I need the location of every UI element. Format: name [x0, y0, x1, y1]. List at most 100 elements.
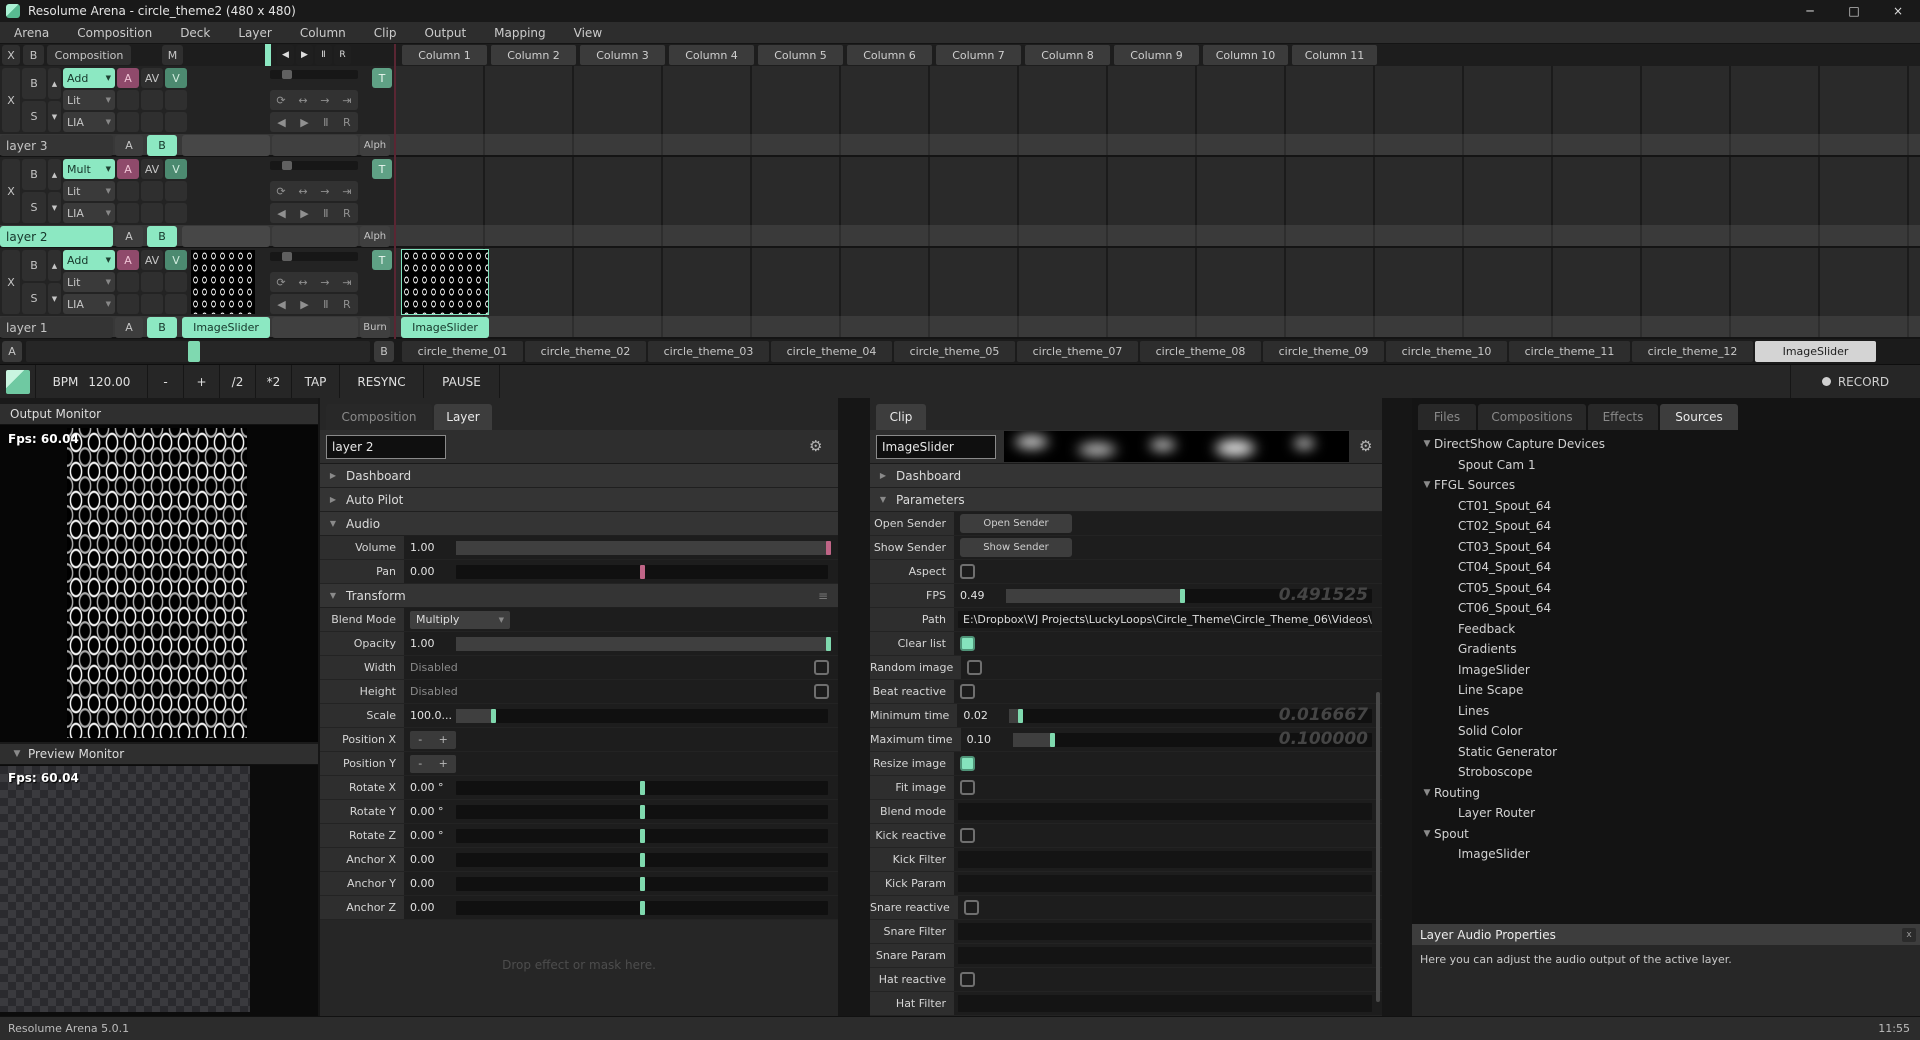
menu-item-mapping[interactable]: Mapping	[480, 26, 560, 40]
play-forward-icon[interactable]: ▶	[300, 207, 308, 220]
tree-item-solid-color[interactable]: Solid Color	[1412, 721, 1920, 742]
thumbnail-toggle-button[interactable]: T	[372, 68, 392, 88]
audio-video-button[interactable]: AV	[141, 250, 163, 270]
param-checkbox[interactable]	[960, 684, 975, 699]
gear-icon[interactable]: ⚙	[1359, 437, 1372, 455]
layer-bypass-button[interactable]: B	[22, 68, 46, 99]
crossfader-b-button[interactable]: B	[374, 341, 394, 362]
param-checkbox[interactable]	[960, 564, 975, 579]
param-value[interactable]: 0.49	[954, 584, 1002, 607]
slider-track[interactable]	[456, 709, 828, 723]
layer-x-button[interactable]: X	[2, 159, 20, 223]
play-backward-icon[interactable]: ◀	[277, 298, 285, 311]
tree-item-imageslider[interactable]: ImageSlider	[1412, 660, 1920, 681]
tree-item-lines[interactable]: Lines	[1412, 701, 1920, 722]
param-empty-field[interactable]	[958, 803, 1372, 820]
pause-icon[interactable]: Ⅱ	[323, 116, 328, 129]
slider-handle[interactable]	[826, 541, 831, 555]
param-value[interactable]: 1.00	[404, 536, 452, 559]
record-button[interactable]: RECORD	[1790, 365, 1920, 398]
menu-item-arena[interactable]: Arena	[0, 26, 63, 40]
section-audio[interactable]: ▼Audio	[320, 512, 838, 536]
param-checkbox[interactable]	[960, 828, 975, 843]
tree-item-spout-cam-1[interactable]: Spout Cam 1	[1412, 455, 1920, 476]
slider-handle[interactable]	[640, 829, 645, 843]
play-forward-icon[interactable]: →	[320, 94, 329, 107]
layer-active-clip-label[interactable]: ImageSlider	[182, 317, 270, 338]
tree-item-ct06-spout-64[interactable]: CT06_Spout_64	[1412, 598, 1920, 619]
tree-item-imageslider[interactable]: ImageSlider	[1412, 844, 1920, 865]
column-header-1[interactable]: Column 1	[402, 45, 487, 65]
close-icon[interactable]: x	[1902, 928, 1916, 942]
param-value[interactable]: 0.00 °	[404, 824, 452, 847]
transport-button-tap[interactable]: TAP	[292, 365, 340, 398]
tree-item-static-generator[interactable]: Static Generator	[1412, 742, 1920, 763]
param-dropdown[interactable]: Multiply▼	[410, 611, 510, 629]
pingpong-icon[interactable]: ↔	[298, 185, 307, 198]
output-monitor-header[interactable]: Output Monitor	[0, 404, 318, 425]
slider-handle[interactable]	[640, 877, 645, 891]
play-once-icon[interactable]: ⇥	[342, 185, 351, 198]
layer-down-icon[interactable]: ▼	[48, 283, 61, 314]
layer-name-input[interactable]	[326, 435, 446, 459]
deck-tab-circle-theme-12[interactable]: circle_theme_12	[1632, 341, 1753, 362]
layer-name-label[interactable]: layer 1	[0, 317, 113, 338]
param-button-open-sender[interactable]: Open Sender	[960, 514, 1072, 533]
slider-handle[interactable]	[640, 901, 645, 915]
blend-mode-dropdown[interactable]: Add▼	[63, 68, 115, 88]
grid-clip-label[interactable]: ImageSlider	[401, 317, 489, 338]
play-backward-icon[interactable]: ◀	[277, 116, 285, 129]
column-header-11[interactable]: Column 11	[1292, 45, 1377, 65]
blend-mode-dropdown[interactable]: Mult▼	[63, 159, 115, 179]
param-value[interactable]: 0.00	[404, 560, 452, 583]
column-header-5[interactable]: Column 5	[758, 45, 843, 65]
param-checkbox[interactable]	[964, 900, 979, 915]
crossfader-handle[interactable]	[188, 341, 200, 362]
param-value[interactable]: 1.00	[404, 632, 452, 655]
layer-clip-thumbnail[interactable]	[191, 250, 255, 314]
layer-bypass-button[interactable]: B	[22, 250, 46, 281]
layer-down-icon[interactable]: ▼	[48, 192, 61, 223]
composition-master-button[interactable]: M	[162, 45, 183, 65]
deck-tab-imageslider[interactable]: ImageSlider	[1755, 341, 1876, 362]
layer-up-icon[interactable]: ▲	[48, 250, 61, 281]
param-empty-field[interactable]	[958, 995, 1372, 1012]
slider-handle[interactable]	[640, 805, 645, 819]
tree-item-layer-router[interactable]: Layer Router	[1412, 803, 1920, 824]
column-header-2[interactable]: Column 2	[491, 45, 576, 65]
param-value[interactable]: 0.10	[961, 728, 1009, 751]
composition-label[interactable]: Composition	[47, 45, 131, 65]
play-forward-icon[interactable]: →	[320, 276, 329, 289]
deck-tab-circle-theme-08[interactable]: circle_theme_08	[1140, 341, 1261, 362]
audio-only-button[interactable]: A	[117, 68, 139, 88]
transport-button-[interactable]: -	[148, 365, 184, 398]
deck-tab-circle-theme-05[interactable]: circle_theme_05	[894, 341, 1015, 362]
menu-item-view[interactable]: View	[560, 26, 616, 40]
loop-icon[interactable]: ⟳	[276, 94, 285, 107]
layer-name-label[interactable]: layer 2	[0, 226, 113, 247]
tab-files[interactable]: Files	[1418, 404, 1476, 430]
layer-mask-mode-label[interactable]: Alph	[360, 226, 390, 247]
param-checkbox[interactable]	[960, 756, 975, 771]
layer-crossfader-a-button[interactable]: A	[115, 135, 143, 156]
stepper-plus[interactable]: +	[439, 757, 448, 770]
slider-track[interactable]	[456, 877, 828, 891]
random-icon[interactable]: R	[343, 207, 351, 220]
clip-name-input[interactable]	[876, 435, 996, 459]
slider-track[interactable]	[456, 805, 828, 819]
param-empty-field[interactable]	[958, 875, 1372, 892]
stepper-minus[interactable]: -	[418, 733, 422, 746]
slider-track[interactable]	[456, 901, 828, 915]
crossfader-slider[interactable]	[26, 341, 370, 362]
deck-tab-circle-theme-03[interactable]: circle_theme_03	[648, 341, 769, 362]
slider-handle[interactable]	[1050, 733, 1055, 747]
play-once-icon[interactable]: ⇥	[342, 94, 351, 107]
tab-sources[interactable]: Sources	[1660, 404, 1738, 430]
transport-button-2[interactable]: *2	[256, 365, 292, 398]
preview-monitor-header[interactable]: ▼ Preview Monitor	[0, 744, 318, 765]
param-button-show-sender[interactable]: Show Sender	[960, 538, 1072, 557]
section-auto-pilot[interactable]: ▶Auto Pilot	[320, 488, 838, 512]
slider-handle[interactable]	[1018, 709, 1023, 723]
active-clip-cell[interactable]	[401, 249, 489, 315]
loop-icon[interactable]: ⟳	[276, 276, 285, 289]
